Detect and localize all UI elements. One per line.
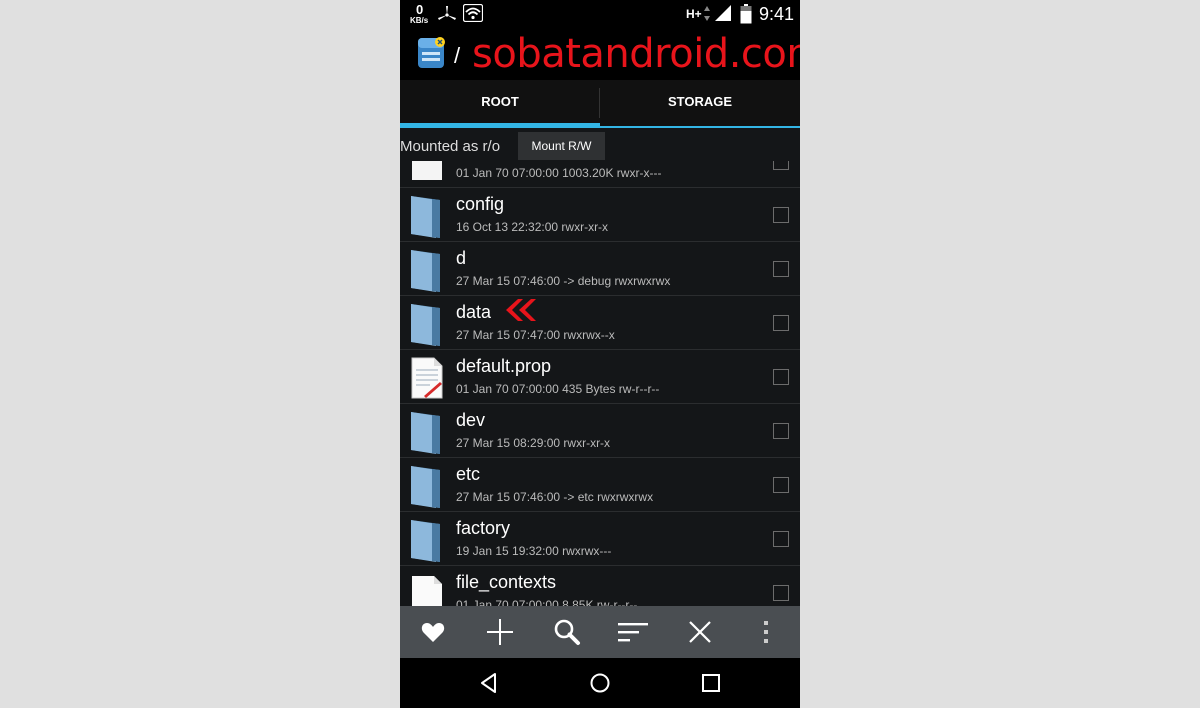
list-item[interactable]: factory 19 Jan 15 19:32:00 rwxrwx--- <box>400 512 800 566</box>
file-name: file_contexts <box>456 572 557 592</box>
file-name: d <box>456 248 467 268</box>
wind-icon <box>437 5 457 28</box>
folder-icon <box>410 194 444 245</box>
select-checkbox[interactable] <box>773 261 789 277</box>
file-list[interactable]: 01 Jan 70 07:00:00 1003.20K rwxr-x--- co… <box>400 128 800 606</box>
file-meta: 19 Jan 15 19:32:00 rwxrwx--- <box>456 544 612 558</box>
close-icon[interactable] <box>670 606 730 658</box>
data-arrows-icon <box>703 5 711 28</box>
battery-icon <box>740 4 752 29</box>
overflow-menu-icon[interactable] <box>736 606 796 658</box>
navigation-bar <box>400 658 800 708</box>
file-name: etc <box>456 464 481 484</box>
select-checkbox[interactable] <box>773 315 789 331</box>
file-meta: 27 Mar 15 07:46:00 -> debug rwxrwxrwx <box>456 274 671 288</box>
recents-icon[interactable] <box>681 658 741 708</box>
list-item[interactable]: data 27 Mar 15 07:47:00 rwxrwx--x <box>400 296 800 350</box>
mount-rw-button[interactable]: Mount R/W <box>518 132 605 160</box>
select-checkbox[interactable] <box>773 207 789 223</box>
search-icon[interactable] <box>537 606 597 658</box>
tab-storage[interactable]: STORAGE <box>600 80 800 124</box>
heart-icon[interactable] <box>403 606 463 658</box>
file-meta: 16 Oct 13 22:32:00 rwxr-xr-x <box>456 220 609 234</box>
status-bar: 0 KB/s H+ 9:41 <box>400 0 800 28</box>
bottom-toolbar <box>400 606 800 658</box>
select-checkbox[interactable] <box>773 369 789 385</box>
file-icon <box>410 160 444 187</box>
file-meta: 27 Mar 15 07:46:00 -> etc rwxrwxrwx <box>456 490 654 504</box>
select-checkbox[interactable] <box>773 477 789 493</box>
signal-icon <box>714 4 732 27</box>
file-meta: 27 Mar 15 07:47:00 rwxrwx--x <box>456 328 615 342</box>
folder-icon <box>410 302 444 353</box>
tab-bar: ROOT STORAGE <box>400 80 800 128</box>
file-name: default.prop <box>456 356 552 376</box>
list-item[interactable]: config 16 Oct 13 22:32:00 rwxr-xr-x <box>400 188 800 242</box>
file-name: config <box>456 194 505 214</box>
sort-icon[interactable] <box>603 606 663 658</box>
back-icon[interactable] <box>459 658 519 708</box>
prop-file-icon <box>410 356 444 405</box>
list-item[interactable]: default.prop 01 Jan 70 07:00:00 435 Byte… <box>400 350 800 404</box>
phone-screen: 0 KB/s H+ 9:41 / sobatandroid.com ROOT S… <box>400 0 800 708</box>
folder-icon <box>410 248 444 299</box>
select-checkbox[interactable] <box>773 531 789 547</box>
highlight-arrow-icon <box>502 298 536 327</box>
list-item[interactable]: d 27 Mar 15 07:46:00 -> debug rwxrwxrwx <box>400 242 800 296</box>
action-bar: / sobatandroid.com <box>400 28 800 80</box>
tab-root[interactable]: ROOT <box>400 80 600 124</box>
file-meta: 27 Mar 15 08:29:00 rwxr-xr-x <box>456 436 611 450</box>
plus-icon[interactable] <box>470 606 530 658</box>
watermark-text: sobatandroid.com <box>472 31 800 77</box>
mount-bar: Mounted as r/o Mount R/W <box>400 128 800 161</box>
home-icon[interactable] <box>570 658 630 708</box>
mount-status: Mounted as r/o <box>400 138 501 155</box>
list-item[interactable]: file_contexts 01 Jan 70 07:00:00 8.85K r… <box>400 566 800 606</box>
file-name: dev <box>456 410 486 430</box>
network-speed-value: 0 <box>416 2 424 17</box>
clock: 9:41 <box>759 4 795 24</box>
app-logo-icon[interactable] <box>416 36 448 77</box>
file-icon <box>410 572 444 606</box>
file-name: data <box>456 302 492 322</box>
network-speed-unit: KB/s <box>410 16 429 25</box>
select-checkbox[interactable] <box>773 423 789 439</box>
list-item[interactable]: dev 27 Mar 15 08:29:00 rwxr-xr-x <box>400 404 800 458</box>
file-meta: 01 Jan 70 07:00:00 1003.20K rwxr-x--- <box>456 166 662 180</box>
list-item[interactable]: etc 27 Mar 15 07:46:00 -> etc rwxrwxrwx <box>400 458 800 512</box>
folder-icon <box>410 464 444 515</box>
file-meta: 01 Jan 70 07:00:00 8.85K rw-r--r-- <box>456 598 638 606</box>
file-name: factory <box>456 518 511 538</box>
folder-icon <box>410 410 444 461</box>
wifi-icon <box>462 3 484 27</box>
file-meta: 01 Jan 70 07:00:00 435 Bytes rw-r--r-- <box>456 382 660 396</box>
select-checkbox[interactable] <box>773 585 789 601</box>
current-path: / <box>454 43 461 68</box>
folder-icon <box>410 518 444 569</box>
network-type: H+ <box>686 7 702 21</box>
